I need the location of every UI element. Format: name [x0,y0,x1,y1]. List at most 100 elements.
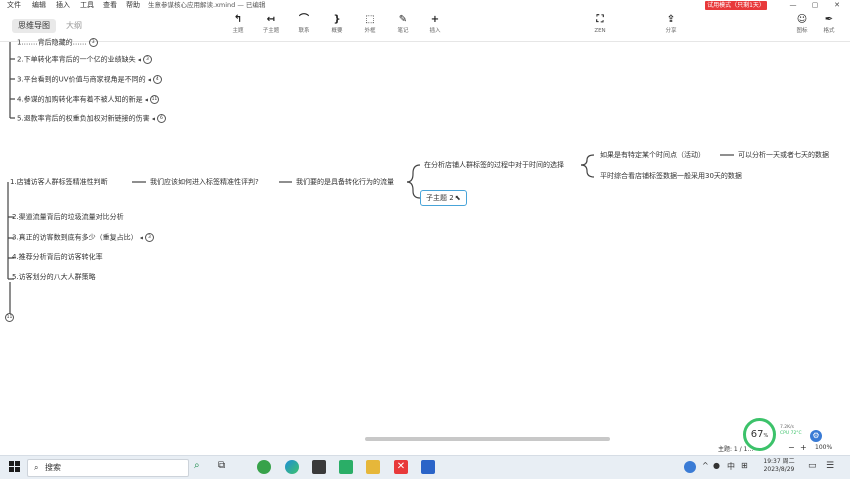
selected-topic-node[interactable]: 子主题 2⬉ [420,190,467,206]
search-placeholder: 搜索 [45,463,62,472]
store-icon[interactable] [312,460,326,474]
notes-button[interactable]: ✎ 笔记 [389,11,417,39]
document-title: 生意参谋核心应用解读.xmind — 已编辑 [148,1,266,9]
app-360-icon[interactable] [257,460,271,474]
relationship-label: 联系 [298,28,310,34]
summary-label: 概要 [331,28,343,34]
wechat-icon[interactable] [339,460,353,474]
list-item[interactable]: 2.渠道流量背后的垃圾流量对比分析 [12,213,124,222]
icons-button[interactable]: ☺ 图标 [788,11,816,39]
menu-help[interactable]: 帮助 [126,0,140,11]
topic-node[interactable]: 我们要的是具备转化行为的流量 [296,178,394,187]
helper-widget-icon[interactable]: ⚙ [810,430,822,442]
close-button[interactable]: ✕ [827,0,847,11]
taskbar-search-input[interactable]: ⌕ 搜索 [27,459,189,477]
topic-button[interactable]: ↰ 主题 [224,11,252,39]
list-item[interactable]: 5.退款率背后的权重负加权对新链接的伤害 ◂ 6 [17,114,166,124]
tray-expand-icon[interactable]: ^ [702,461,709,470]
topic-node[interactable]: 可以分析一天或者七天的数据 [738,151,829,160]
tab-mindmap[interactable]: 思维导图 [12,19,56,33]
menu-view[interactable]: 查看 [103,0,117,11]
menu-bar: 文件 编辑 插入 工具 查看 帮助 生意参谋核心应用解读.xmind — 已编辑… [0,0,850,11]
list-item[interactable]: 4.推荐分析背后的访客转化率 [12,253,103,262]
topic-text: 3.平台看到的UV价值与商家视角是不同的 [17,75,146,84]
count-badge[interactable]: 11 [149,95,159,104]
count-badge[interactable]: 6 [156,114,166,123]
list-item[interactable]: 2.下单转化率背后的一个亿的业绩缺失 ◂ 3 [17,55,152,65]
list-item[interactable]: 5.访客划分的八大人群策略 [12,273,96,282]
count-badge[interactable]: 3 [88,38,98,47]
list-item[interactable]: 1.……背后隐藏的…… 3 [17,38,98,48]
format-button[interactable]: ✒ 格式 [815,11,843,39]
count-badge[interactable]: 11 [5,313,14,322]
task-view-icon[interactable]: ⧉ [218,460,225,471]
search-widget-icon[interactable]: ⌕ [194,460,200,471]
arrow-icon: ◂ [137,56,141,64]
ime-mode-icon[interactable]: ⊞ [741,461,748,470]
status-bar: 主题: 1 / 1… − + 100% [0,441,850,455]
topic-text: 4.参谋的加购转化率有着不被人知的新是 [17,95,143,104]
mindmap-canvas[interactable]: 1.……背后隐藏的…… 3 2.下单转化率背后的一个亿的业绩缺失 ◂ 3 3.平台看… [0,38,850,440]
zoom-out-button[interactable]: − [788,443,795,452]
minimize-button[interactable]: — [783,0,803,11]
search-icon: ⌕ [34,463,39,472]
tray-app-icon[interactable] [684,461,696,473]
collapsed-branch[interactable]: 11 [5,313,14,323]
maximize-button[interactable]: ▢ [805,0,825,11]
summary-button[interactable]: } 概要 [323,11,351,39]
menu-file[interactable]: 文件 [7,0,21,11]
edge-browser-icon[interactable] [285,460,299,474]
insert-label: 插入 [429,28,441,34]
zen-button[interactable]: ⛶ ZEN [586,11,614,39]
subtopic-button[interactable]: ↤ 子主题 [257,11,285,39]
subtopic-label: 子主题 [262,28,280,34]
taskbar: ⌕ 搜索 ⌕ ⧉ ✕ ^ ● 中 ⊞ 19:37 周二 2023/8/29 ▭ … [0,455,850,479]
file-explorer-icon[interactable] [366,460,380,474]
chat-icon[interactable]: ▭ [808,461,817,471]
notification-icon[interactable]: ☰ [826,461,834,471]
menu-tools[interactable]: 工具 [80,0,94,11]
tab-outline[interactable]: 大纲 [60,19,88,33]
topic-text: 2.渠道流量背后的垃圾流量对比分析 [12,213,124,221]
xmind-app-icon[interactable]: ✕ [394,460,408,474]
icons-label: 图标 [796,28,808,34]
count-badge[interactable]: 4 [152,75,162,84]
arrow-icon: ◂ [151,115,155,123]
arrow-icon: ◂ [139,234,143,242]
relationship-icon: ⌒ [299,14,309,25]
performance-gauge[interactable]: 67% [743,418,776,451]
tray-status-icon[interactable]: ● [713,461,720,470]
summary-icon: } [333,14,341,25]
list-item[interactable]: 3.平台看到的UV价值与商家视角是不同的 ◂ 4 [17,75,162,85]
topic-node-main[interactable]: 1.店铺访客人群标签精准性判断 [10,178,108,187]
zoom-in-button[interactable]: + [800,443,807,452]
list-item[interactable]: 4.参谋的加购转化率有着不被人知的新是 ◂ 11 [17,95,159,105]
topic-node[interactable]: 平时综合看店铺标签数据一般采用30天的数据 [600,172,742,181]
clock[interactable]: 19:37 周二 2023/8/29 [757,458,801,474]
boundary-button[interactable]: ⬚ 外框 [356,11,384,39]
relationship-button[interactable]: ⌒ 联系 [290,11,318,39]
share-label: 分享 [665,28,677,34]
clock-time: 19:37 周二 [763,458,795,465]
gauge-unit: % [763,433,769,439]
ime-indicator[interactable]: 中 [727,461,735,472]
topic-node[interactable]: 在分析店铺人群标签的过程中对于时间的选择 [424,161,564,170]
plus-icon: + [430,14,440,25]
count-badge[interactable]: 3 [144,233,154,242]
windows-start-icon[interactable] [9,461,21,473]
zoom-level[interactable]: 100% [815,444,832,451]
topic-text: 5.访客划分的八大人群策略 [12,273,96,281]
meeting-app-icon[interactable] [421,460,435,474]
share-icon: ⇪ [666,14,676,25]
menu-insert[interactable]: 插入 [56,0,70,11]
topic-text: 2.下单转化率背后的一个亿的业绩缺失 [17,55,136,64]
topic-node[interactable]: 我们应该如何进入标签精准性评判? [150,178,259,187]
topic-node[interactable]: 如果是有特定某个时间点（活动） [600,151,705,160]
list-item[interactable]: 3.真正的访客数到底有多少（重复占比） ◂ 3 [12,233,154,243]
trial-badge[interactable]: 试用模式（只剩1天） [705,1,767,10]
insert-button[interactable]: + 插入 [421,11,449,39]
menu-edit[interactable]: 编辑 [32,0,46,11]
share-button[interactable]: ⇪ 分享 [657,11,685,39]
count-badge[interactable]: 3 [142,55,152,64]
boundary-icon: ⬚ [365,14,375,25]
